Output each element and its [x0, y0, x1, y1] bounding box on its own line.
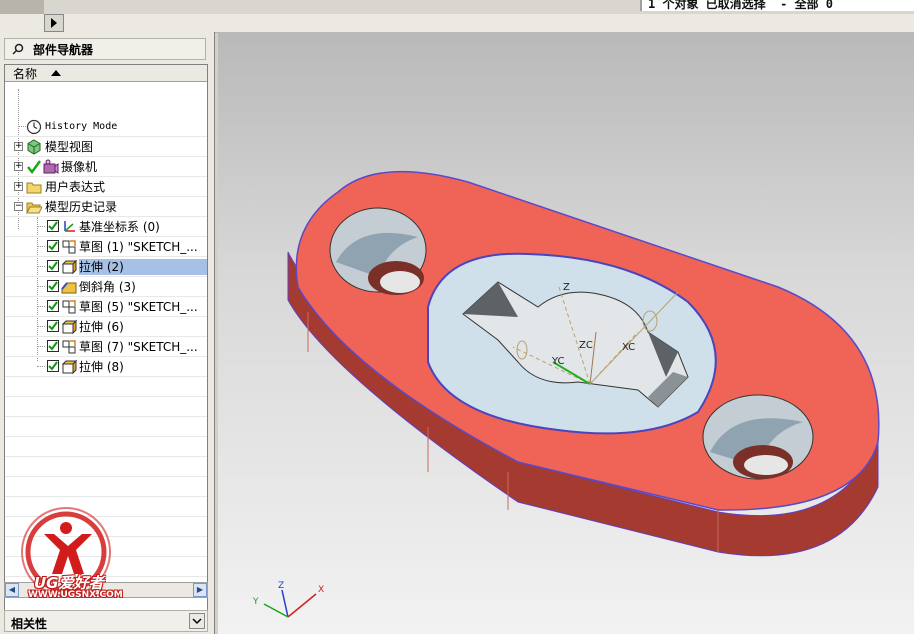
- tree-node-label: 拉伸 (6): [79, 320, 124, 334]
- expand-toggle[interactable]: +: [14, 162, 23, 171]
- status-message: 1 个对象 已取消选择 - 全部 0: [640, 0, 914, 11]
- visibility-checkbox[interactable]: [47, 300, 59, 312]
- dependencies-title: 相关性: [11, 617, 48, 631]
- checkmark-icon: [48, 241, 58, 251]
- model-view-cube-icon: [27, 139, 41, 155]
- tree-node-user-expressions[interactable]: + 用户表达式: [5, 177, 207, 197]
- visibility-checkbox[interactable]: [47, 320, 59, 332]
- tree-node-label: 草图 (5) "SKETCH_...: [79, 300, 198, 314]
- wcs-x-label: XC: [622, 342, 635, 353]
- watermark-logo: UG爱好者 WWW.UGSNX.COM: [10, 506, 132, 606]
- checkmark-icon: [27, 160, 42, 175]
- chevron-down-icon[interactable]: [189, 613, 205, 629]
- graphics-viewport[interactable]: YC ZC XC Z Z X Y: [218, 32, 914, 634]
- tree-node-label: 摄像机: [61, 160, 98, 174]
- empty-row: [5, 477, 207, 497]
- tree-node-label: 草图 (1) "SKETCH_...: [79, 240, 198, 254]
- tree-node-sketch-1[interactable]: 草图 (1) "SKETCH_...: [5, 237, 207, 257]
- checkmark-icon: [48, 341, 58, 351]
- folder-icon: [26, 182, 42, 194]
- column-header-label: 名称: [13, 66, 38, 81]
- tree-node-label: History Mode: [45, 121, 118, 132]
- empty-row: [5, 457, 207, 477]
- checkmark-icon: [48, 301, 58, 311]
- tree-node-sketch-7[interactable]: 草图 (7) "SKETCH_...: [5, 337, 207, 357]
- clock-icon: [26, 119, 42, 135]
- expand-toggle[interactable]: +: [14, 182, 23, 191]
- triad-y-label: Y: [252, 597, 259, 607]
- view-triad: Z X Y: [252, 581, 324, 618]
- tree-node-model-views[interactable]: + 模型视图: [5, 137, 207, 157]
- tree-node-model-history[interactable]: − 模型历史记录: [5, 197, 207, 217]
- sketch-icon: [62, 340, 76, 354]
- triad-z-label: Z: [278, 581, 284, 591]
- tree-node-label: 模型历史记录: [45, 200, 118, 214]
- navigator-title: 部件导航器: [33, 42, 94, 57]
- camera-icon: [43, 159, 59, 174]
- visibility-checkbox[interactable]: [47, 220, 59, 232]
- triad-x-label: X: [318, 585, 324, 595]
- checkmark-icon: [48, 281, 58, 291]
- checkmark-icon: [48, 361, 58, 371]
- tree-node-label: 草图 (7) "SKETCH_...: [79, 340, 198, 354]
- tree-node-extrude-8[interactable]: 拉伸 (8): [5, 357, 207, 377]
- resource-bar: [0, 14, 914, 33]
- tree-node-label: 模型视图: [45, 140, 94, 154]
- column-header-name[interactable]: 名称: [5, 65, 207, 82]
- tree-node-label: 用户表达式: [45, 180, 106, 194]
- empty-row: [5, 377, 207, 397]
- visibility-checkbox[interactable]: [47, 360, 59, 372]
- empty-row: [5, 417, 207, 437]
- navigator-header[interactable]: 部件导航器: [4, 38, 206, 60]
- empty-row: [5, 437, 207, 457]
- visibility-checkbox[interactable]: [47, 340, 59, 352]
- wcs-y-label: YC: [551, 356, 565, 367]
- collapse-toggle[interactable]: −: [14, 202, 23, 211]
- tree-node-label: 倒斜角 (3): [79, 280, 136, 294]
- dependencies-panel-header[interactable]: 相关性: [4, 610, 208, 632]
- extrude-icon: [61, 359, 77, 375]
- visibility-checkbox[interactable]: [47, 280, 59, 292]
- tree-node-label: 拉伸 (8): [79, 360, 124, 374]
- pin-icon[interactable]: [11, 42, 25, 56]
- chevron-right-icon: [51, 18, 57, 28]
- checkmark-icon: [48, 321, 58, 331]
- tree-node-history-mode[interactable]: History Mode: [5, 117, 207, 137]
- sketch-icon: [62, 300, 76, 314]
- tree-node-extrude-2[interactable]: 拉伸 (2): [5, 257, 207, 277]
- tree-node-sketch-5[interactable]: 草图 (5) "SKETCH_...: [5, 297, 207, 317]
- tree-node-extrude-6[interactable]: 拉伸 (6): [5, 317, 207, 337]
- extrude-icon: [61, 259, 77, 275]
- tree-node-chamfer-3[interactable]: 倒斜角 (3): [5, 277, 207, 297]
- checkmark-icon: [48, 221, 58, 231]
- sort-ascending-icon: [51, 70, 62, 76]
- sketch-z-label: Z: [563, 282, 570, 293]
- checkmark-icon: [48, 261, 58, 271]
- expand-panel-button[interactable]: [44, 14, 64, 32]
- visibility-checkbox[interactable]: [47, 260, 59, 272]
- datum-csys-icon: [64, 221, 75, 232]
- chamfer-icon: [61, 282, 77, 294]
- expand-toggle[interactable]: +: [14, 142, 23, 151]
- tree-node-label: 基准坐标系 (0): [79, 220, 160, 234]
- tree-node-label: 拉伸 (2): [79, 259, 207, 275]
- watermark-url: WWW.UGSNX.COM: [28, 590, 123, 600]
- tree-node-cameras[interactable]: + 摄像机: [5, 157, 207, 177]
- visibility-checkbox[interactable]: [47, 240, 59, 252]
- tree-node-datum-csys[interactable]: 基准坐标系 (0): [5, 217, 207, 237]
- folder-open-icon: [26, 202, 42, 214]
- scroll-right-button[interactable]: ▶: [193, 583, 207, 597]
- toolbar-edge: [0, 0, 44, 14]
- sketch-icon: [62, 240, 76, 254]
- extrude-icon: [61, 319, 77, 335]
- empty-row: [5, 397, 207, 417]
- wcs-z-label: ZC: [579, 340, 593, 351]
